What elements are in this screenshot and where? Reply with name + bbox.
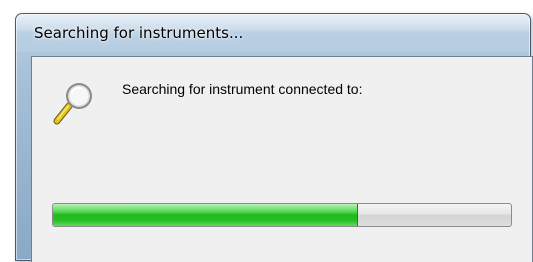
dialog-content: Searching for instrument connected to: — [31, 56, 533, 262]
dialog-window: Searching for instruments... Searching f… — [15, 13, 533, 262]
search-progress-fill — [53, 204, 358, 226]
magnifier-icon — [52, 81, 96, 125]
title-bar[interactable]: Searching for instruments... — [16, 14, 530, 52]
search-status-message: Searching for instrument connected to: — [122, 81, 363, 97]
window-title: Searching for instruments... — [34, 24, 244, 42]
search-progress-bar — [52, 203, 512, 227]
